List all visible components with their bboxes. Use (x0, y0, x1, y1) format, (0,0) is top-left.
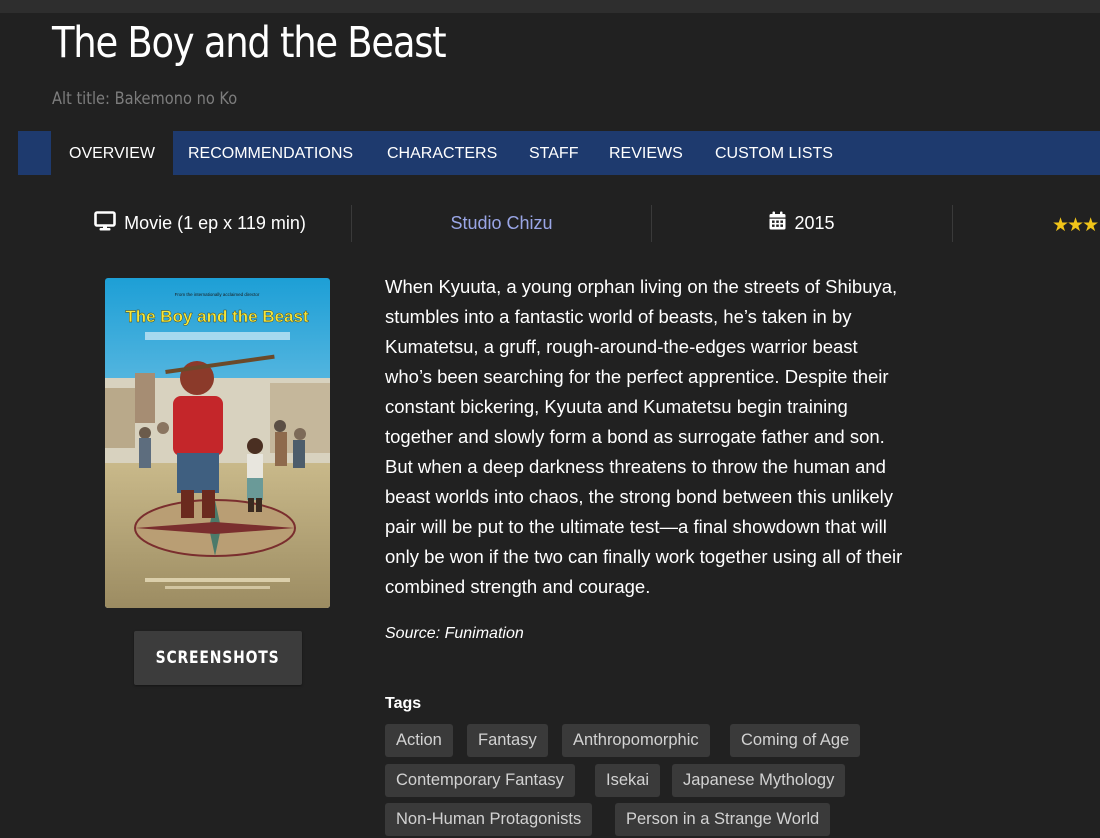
tag-japanese-mythology[interactable]: Japanese Mythology (672, 764, 846, 797)
tag-contemporary-fantasy[interactable]: Contemporary Fantasy (385, 764, 575, 797)
tag-coming-of-age[interactable]: Coming of Age (730, 724, 861, 757)
info-studio: Studio Chizu (352, 200, 651, 246)
calendar-icon (769, 211, 786, 235)
tab-reviews[interactable]: REVIEWS (609, 131, 683, 175)
top-bar (0, 0, 1100, 13)
info-type-text: Movie (1 ep x 119 min) (124, 212, 306, 233)
info-divider (952, 205, 953, 242)
synopsis-line: stumbles into a fantastic world of beast… (385, 306, 852, 327)
tab-staff[interactable]: STAFF (529, 131, 578, 175)
tab-characters[interactable]: CHARACTERS (387, 131, 497, 175)
screenshots-button-label: SCREENSHOTS (156, 648, 280, 668)
star-icon: ★★★ (1052, 215, 1099, 236)
monitor-icon (94, 210, 116, 236)
tab-custom-lists[interactable]: CUSTOM LISTS (715, 131, 833, 175)
synopsis-line: But when a deep darkness threatens to th… (385, 456, 886, 477)
tag-person-in-a-strange-world[interactable]: Person in a Strange World (615, 803, 831, 836)
synopsis-line: Kumatetsu, a gruff, rough-around-the-edg… (385, 336, 858, 357)
info-year-text: 2015 (794, 212, 835, 233)
info-row: Movie (1 ep x 119 min) Studio Chizu 2015 (0, 200, 1100, 246)
synopsis-line: together and slowly form a bond as surro… (385, 426, 885, 447)
synopsis-line: When Kyuuta, a young orphan living on th… (385, 276, 898, 297)
alt-title: Alt title: Bakemono no Ko (52, 89, 238, 109)
poster-image: From the internationally acclaimed direc… (105, 278, 330, 608)
page-title: The Boy and the Beast (52, 18, 447, 68)
info-type: Movie (1 ep x 119 min) (50, 200, 350, 246)
synopsis-line: combined strength and courage. (385, 576, 651, 597)
svg-text:From the internationally accla: From the internationally acclaimed direc… (175, 292, 260, 297)
tag-non-human-protagonists[interactable]: Non-Human Protagonists (385, 803, 593, 836)
studio-link[interactable]: Studio Chizu (450, 213, 552, 234)
synopsis-line: only be won if the two can finally work … (385, 546, 903, 567)
tag-fantasy[interactable]: Fantasy (467, 724, 548, 757)
poster-title-text: The Boy and the Beast (125, 307, 309, 326)
tag-isekai[interactable]: Isekai (595, 764, 661, 797)
screenshots-button[interactable]: SCREENSHOTS (134, 631, 302, 685)
synopsis-source: Source: Funimation (385, 625, 524, 642)
synopsis: When Kyuuta, a young orphan living on th… (385, 272, 985, 602)
synopsis-line: beast worlds into chaos, the strong bond… (385, 486, 894, 507)
synopsis-line: pair will be put to the ultimate test—a … (385, 516, 887, 537)
tab-recommendations[interactable]: RECOMMENDATIONS (188, 131, 353, 175)
tags-heading: Tags (385, 695, 422, 712)
tab-overview[interactable]: OVERVIEW (51, 131, 173, 175)
info-year: 2015 (652, 200, 952, 246)
tag-anthropomorphic[interactable]: Anthropomorphic (562, 724, 710, 757)
synopsis-line: who’s been searching for the perfect app… (385, 366, 889, 387)
synopsis-line: constant bickering, Kyuuta and Kumatetsu… (385, 396, 848, 417)
tab-bar: OVERVIEW RECOMMENDATIONS CHARACTERS STAF… (18, 131, 1100, 175)
tag-action[interactable]: Action (385, 724, 453, 757)
